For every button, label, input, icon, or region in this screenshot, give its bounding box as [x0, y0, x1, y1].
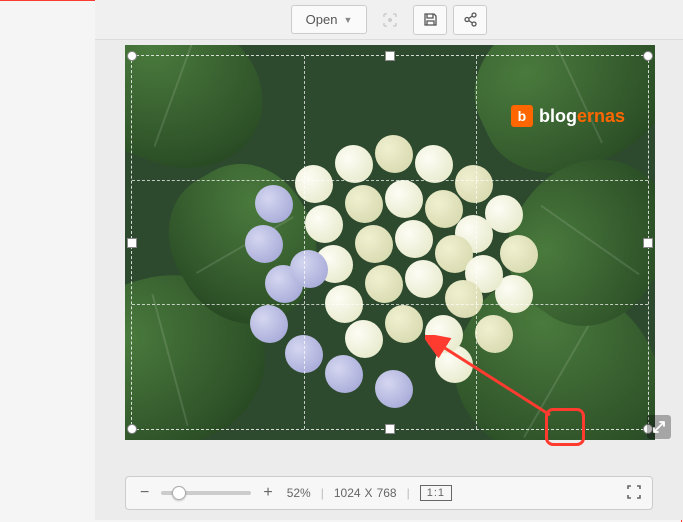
save-button[interactable] [413, 5, 447, 35]
top-toolbar: Open ▼ [95, 0, 683, 40]
crop-handle-e[interactable] [643, 238, 653, 248]
chevron-down-icon: ▼ [343, 15, 352, 25]
crop-handle-nw[interactable] [127, 51, 137, 61]
open-label: Open [306, 12, 338, 27]
dimensions-readout: 1024 X 768 [334, 486, 397, 500]
resize-diagonal-icon[interactable] [647, 415, 671, 439]
share-icon [463, 12, 478, 27]
capture-button [373, 5, 407, 35]
save-icon [423, 12, 438, 27]
status-bar: − + 52% | 1024 X 768 | 1:1 [125, 476, 653, 510]
share-button[interactable] [453, 5, 487, 35]
zoom-slider-thumb[interactable] [172, 486, 186, 500]
zoom-slider[interactable] [161, 491, 251, 495]
crop-handle-sw[interactable] [127, 424, 137, 434]
image-canvas[interactable]: b blogernas [125, 45, 655, 440]
fullscreen-button[interactable] [626, 484, 642, 503]
crop-handle-w[interactable] [127, 238, 137, 248]
aspect-ratio-button[interactable]: 1:1 [420, 485, 452, 501]
zoom-out-button[interactable]: − [136, 484, 153, 502]
crop-handle-ne[interactable] [643, 51, 653, 61]
crop-selection[interactable] [131, 55, 649, 430]
zoom-in-button[interactable]: + [259, 484, 276, 502]
editor-app: Open ▼ [95, 0, 683, 520]
capture-icon [382, 12, 398, 28]
crop-handle-s[interactable] [385, 424, 395, 434]
zoom-percent: 52% [287, 486, 311, 500]
open-button[interactable]: Open ▼ [291, 5, 368, 34]
crop-handle-n[interactable] [385, 51, 395, 61]
